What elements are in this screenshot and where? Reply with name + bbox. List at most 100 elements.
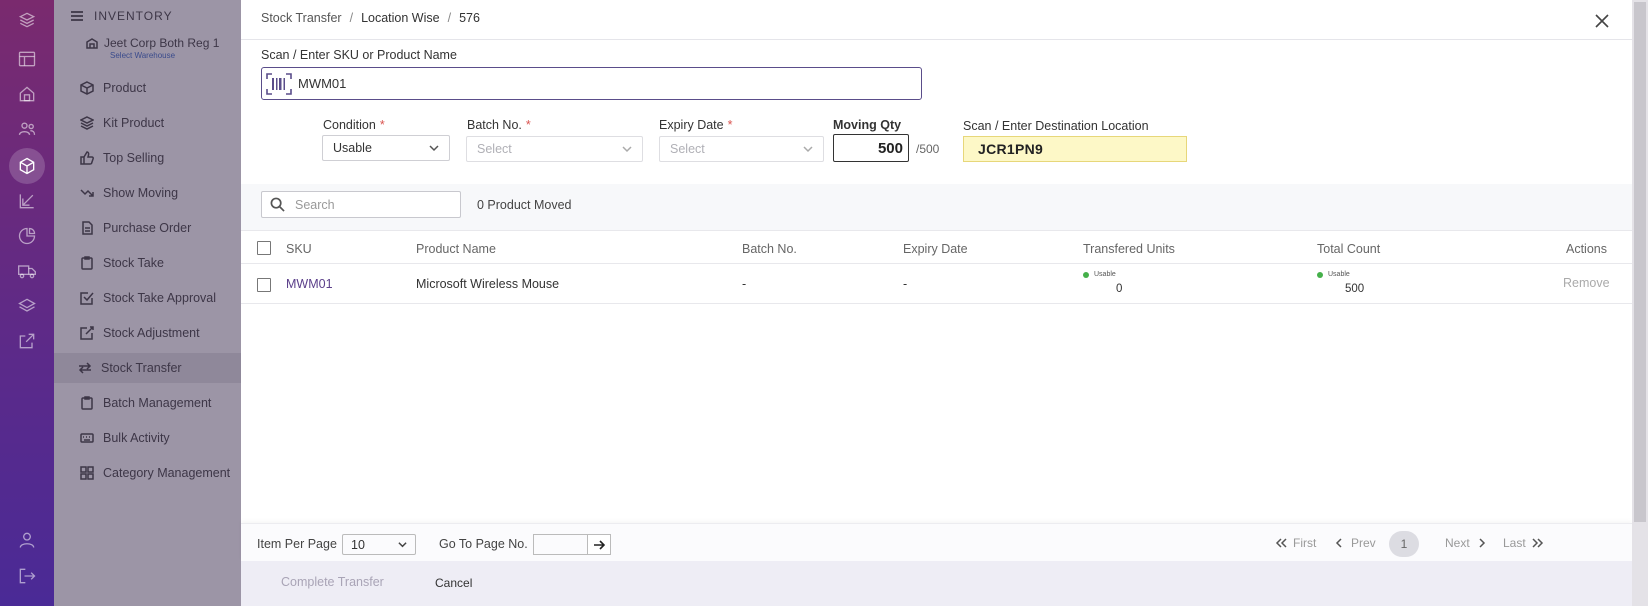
sidebar-item-label: Stock Transfer (101, 361, 182, 375)
col-batch: Batch No. (742, 242, 797, 256)
batch-select[interactable]: Select (466, 136, 643, 162)
last-page-button[interactable]: Last (1503, 536, 1544, 550)
sidebar-item-label: Top Selling (103, 151, 165, 165)
next-page-button[interactable]: Next (1445, 536, 1488, 550)
sidebar-item-stock-transfer[interactable]: Stock Transfer (54, 353, 241, 383)
go-to-page-input[interactable] (533, 534, 587, 555)
total-status: Usable (1317, 271, 1350, 278)
sidebar-item-category-management[interactable]: Category Management (54, 458, 241, 488)
batch-label: Batch No. * (467, 118, 531, 132)
sidebar-item-stock-take[interactable]: Stock Take (54, 248, 241, 278)
double-chevron-right-icon (1532, 538, 1543, 548)
search-icon (270, 197, 285, 212)
profile-icon[interactable] (15, 528, 39, 552)
menu-icon[interactable] (70, 9, 84, 23)
warehouse-sub: Select Warehouse (110, 51, 176, 60)
condition-value: Usable (333, 141, 372, 155)
remove-button[interactable]: Remove (1563, 276, 1610, 290)
breadcrumb-separator: / (447, 11, 452, 25)
header-divider (241, 39, 1632, 40)
total-count-value: 500 (1345, 283, 1365, 295)
inventory-icon[interactable] (9, 148, 45, 184)
sidebar-item-label: Stock Take (103, 256, 164, 270)
batch-placeholder: Select (477, 142, 512, 156)
items-per-page-value: 10 (351, 537, 365, 552)
col-sku: SKU (286, 242, 312, 256)
double-chevron-left-icon (1275, 538, 1287, 548)
sidebar-title: INVENTORY (94, 9, 173, 23)
destination-location-input[interactable]: JCR1PN9 (963, 136, 1187, 162)
breadcrumb: Stock Transfer / Location Wise / 576 (261, 11, 480, 25)
table-header: SKU Product Name Batch No. Expiry Date T… (241, 230, 1632, 264)
sidebar-item-batch-management[interactable]: Batch Management (54, 388, 241, 418)
layers-icon (80, 116, 94, 130)
users-icon[interactable] (15, 117, 39, 141)
first-page-button[interactable]: First (1275, 536, 1316, 550)
warehouse-selector[interactable]: Jeet Corp Both Reg 1 Select Warehouse (86, 36, 219, 60)
sidebar-item-stock-take-approval[interactable]: Stock Take Approval (54, 283, 241, 313)
logout-icon[interactable] (15, 564, 39, 588)
app-rail (0, 0, 54, 606)
dashboard-icon[interactable] (15, 47, 39, 71)
app-logo-icon[interactable] (15, 8, 39, 32)
warehouse-icon (86, 38, 98, 49)
col-product-name: Product Name (416, 242, 496, 256)
inbound-icon[interactable] (15, 189, 39, 213)
arrow-right-icon (594, 539, 605, 550)
select-all-checkbox[interactable] (257, 241, 271, 255)
condition-label: Condition * (323, 118, 385, 132)
go-to-page-label: Go To Page No. (439, 537, 528, 551)
scrollbar-thumb[interactable] (1634, 2, 1646, 522)
search-input[interactable]: Search (261, 191, 461, 218)
external-link-icon[interactable] (15, 329, 39, 353)
home-icon[interactable] (15, 82, 39, 106)
shipping-icon[interactable] (15, 259, 39, 283)
scan-sku-label: Scan / Enter SKU or Product Name (261, 48, 457, 62)
search-placeholder: Search (295, 197, 335, 212)
row-sku[interactable]: MWM01 (286, 277, 333, 291)
sidebar-item-show-moving[interactable]: Show Moving (54, 178, 241, 208)
condition-select[interactable]: Usable (322, 135, 450, 161)
transferred-status: Usable (1083, 271, 1116, 278)
sidebar-item-label: Stock Adjustment (103, 326, 200, 340)
chevron-down-icon (622, 146, 632, 153)
layers-icon[interactable] (15, 294, 39, 318)
sidebar-item-label: Batch Management (103, 396, 212, 410)
table-row: MWM01 Microsoft Wireless Mouse - - Usabl… (241, 264, 1632, 304)
grid-icon (80, 466, 94, 480)
current-page[interactable]: 1 (1389, 531, 1419, 557)
sidebar-item-kit-product[interactable]: Kit Product (54, 108, 241, 138)
sidebar-item-stock-adjustment[interactable]: Stock Adjustment (54, 318, 241, 348)
cancel-button[interactable]: Cancel (435, 576, 472, 590)
sidebar-item-purchase-order[interactable]: Purchase Order (54, 213, 241, 243)
breadcrumb-id: 576 (459, 11, 480, 25)
destination-label: Scan / Enter Destination Location (963, 119, 1149, 133)
status-dot-icon (1083, 271, 1089, 278)
chevron-down-icon (398, 542, 407, 548)
sidebar-item-top-selling[interactable]: Top Selling (54, 143, 241, 173)
sidebar-item-product[interactable]: Product (54, 73, 241, 103)
prev-page-button[interactable]: Prev (1333, 536, 1376, 550)
col-transferred-units: Transfered Units (1083, 242, 1175, 256)
complete-transfer-button[interactable]: Complete Transfer (281, 575, 384, 589)
sidebar-item-bulk-activity[interactable]: Bulk Activity (54, 423, 241, 453)
scan-sku-field[interactable] (261, 67, 922, 100)
scan-sku-input[interactable] (298, 76, 878, 91)
sidebar-item-label: Kit Product (103, 116, 165, 130)
expiry-select[interactable]: Select (659, 136, 824, 162)
items-per-page-select[interactable]: 10 (342, 534, 416, 555)
moving-qty-input[interactable]: 500 (833, 134, 909, 162)
clipboard-icon (81, 396, 93, 410)
close-icon[interactable] (1594, 13, 1610, 29)
chevron-left-icon (1335, 538, 1342, 548)
moving-qty-label: Moving Qty (833, 118, 902, 132)
clipboard-icon (81, 256, 93, 270)
chevron-down-icon (429, 145, 439, 152)
scrollbar[interactable] (1632, 0, 1648, 606)
breadcrumb-location-wise[interactable]: Location Wise (361, 11, 440, 25)
row-checkbox[interactable] (257, 278, 271, 292)
go-to-page-button[interactable] (587, 534, 611, 555)
breadcrumb-stock-transfer[interactable]: Stock Transfer (261, 11, 342, 25)
row-expiry: - (903, 277, 908, 291)
reports-icon[interactable] (15, 224, 39, 248)
